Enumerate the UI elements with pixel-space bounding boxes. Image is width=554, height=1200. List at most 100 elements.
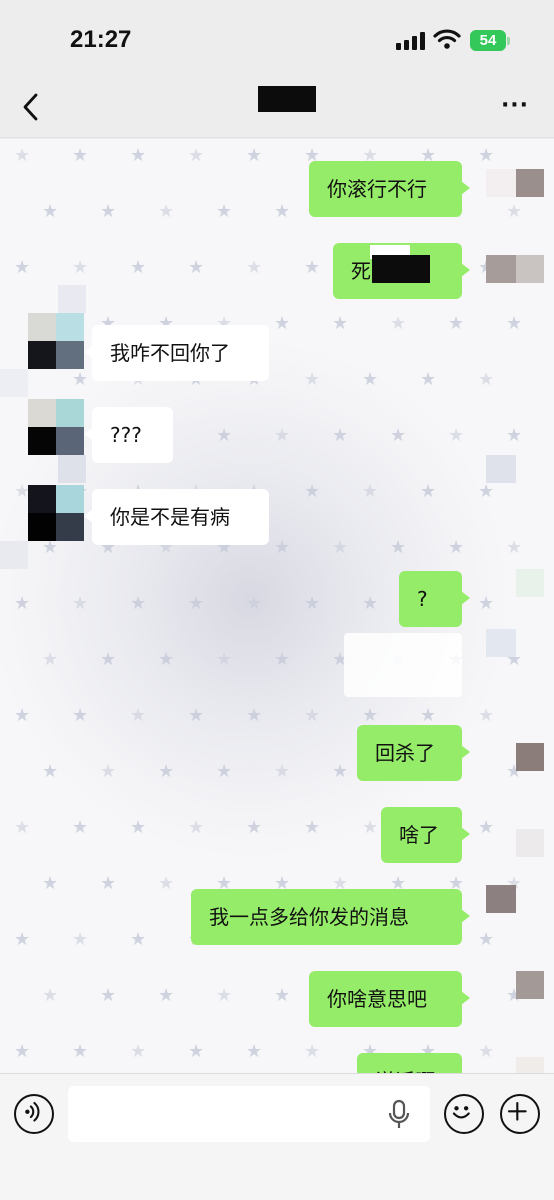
signal-icon — [396, 32, 426, 50]
message-input[interactable] — [68, 1086, 430, 1142]
pixel-noise — [58, 455, 86, 483]
avatar[interactable] — [28, 485, 84, 541]
wallpaper-star: ★ — [42, 537, 59, 558]
avatar-pixelated — [516, 169, 544, 197]
more-dots-icon[interactable]: ··· — [498, 94, 532, 118]
wallpaper-star: ★ — [100, 873, 117, 894]
wallpaper-star: ★ — [362, 817, 379, 838]
wallpaper-star: ★ — [42, 761, 59, 782]
input-bar — [0, 1073, 554, 1200]
wallpaper-star: ★ — [130, 929, 147, 950]
voice-icon[interactable] — [14, 1094, 54, 1134]
wallpaper-star: ★ — [274, 761, 291, 782]
avatar-pixelated — [486, 885, 516, 913]
wallpaper-star: ★ — [130, 145, 147, 166]
wallpaper-star: ★ — [304, 257, 321, 278]
wallpaper-star: ★ — [42, 649, 59, 670]
emoji-icon[interactable] — [444, 1094, 484, 1134]
wallpaper-star: ★ — [100, 201, 117, 222]
wallpaper-star: ★ — [332, 537, 349, 558]
wallpaper-star: ★ — [72, 145, 89, 166]
message-bubble-outgoing[interactable]: 你滚行不行 — [309, 161, 470, 217]
wallpaper-star: ★ — [216, 649, 233, 670]
wallpaper-star: ★ — [158, 985, 175, 1006]
message-bubble-outgoing[interactable]: 回杀了 — [357, 725, 470, 781]
avatar-pixelated — [486, 169, 516, 197]
microphone-icon[interactable] — [388, 1099, 410, 1131]
wallpaper-star: ★ — [362, 593, 379, 614]
wallpaper-star: ★ — [216, 425, 233, 446]
message-bubble-incoming[interactable]: 你是不是有病 — [84, 489, 269, 545]
message-bubble-incoming[interactable]: ??? — [84, 407, 173, 463]
wallpaper-star: ★ — [362, 705, 379, 726]
wallpaper-star: ★ — [304, 593, 321, 614]
wallpaper-star: ★ — [274, 985, 291, 1006]
pixel-noise — [0, 369, 28, 397]
wallpaper-star: ★ — [478, 929, 495, 950]
plus-icon[interactable] — [500, 1094, 540, 1134]
wallpaper-star: ★ — [478, 145, 495, 166]
wallpaper-star: ★ — [130, 593, 147, 614]
wallpaper-star: ★ — [304, 369, 321, 390]
blurred-card — [344, 633, 462, 697]
wallpaper-star: ★ — [420, 705, 437, 726]
chat-message-list[interactable]: ★ ★ ★ ★ ★ ★ ★ ★ ★ ★ ★ ★ ★ ★ ★ ★ ★ ★ ★ ★ ★ ★ ★ ★ ★ ★ ★ ★ ★ ★ ★ ★ ★ ★ ★ ★ ★ ★ ★ ★… — [0, 139, 554, 1073]
pixel-noise — [0, 541, 28, 569]
avatar-pixelated — [486, 629, 516, 657]
chat-header: ··· — [0, 78, 554, 138]
redaction-box — [372, 255, 430, 283]
wallpaper-star: ★ — [130, 1041, 147, 1062]
wallpaper-star: ★ — [72, 257, 89, 278]
wallpaper-star: ★ — [274, 313, 291, 334]
avatar[interactable] — [28, 313, 84, 369]
message-bubble-outgoing[interactable]: 说话啊 — [357, 1053, 462, 1073]
wallpaper-star: ★ — [100, 761, 117, 782]
wallpaper-star: ★ — [246, 145, 263, 166]
wallpaper-star: ★ — [72, 369, 89, 390]
chat-title-redacted — [258, 86, 316, 112]
wallpaper-star: ★ — [72, 593, 89, 614]
wallpaper-star: ★ — [506, 313, 523, 334]
message-bubble-incoming[interactable]: 我咋不回你了 — [84, 325, 269, 381]
wallpaper-star: ★ — [332, 425, 349, 446]
battery-indicator: 54 — [470, 30, 506, 51]
wallpaper-star: ★ — [246, 705, 263, 726]
wallpaper-star: ★ — [246, 257, 263, 278]
wallpaper-star: ★ — [72, 929, 89, 950]
wallpaper-star: ★ — [42, 985, 59, 1006]
battery-cap — [507, 37, 510, 45]
wallpaper-star: ★ — [216, 985, 233, 1006]
wallpaper-star: ★ — [130, 817, 147, 838]
wallpaper-star: ★ — [304, 817, 321, 838]
wallpaper-star: ★ — [14, 257, 31, 278]
wallpaper-star: ★ — [14, 705, 31, 726]
wallpaper-star: ★ — [42, 201, 59, 222]
chevron-left-icon[interactable] — [20, 92, 42, 122]
avatar-pixelated — [516, 971, 544, 999]
wallpaper-star: ★ — [478, 481, 495, 502]
battery-level: 54 — [479, 32, 497, 49]
wallpaper-star: ★ — [304, 705, 321, 726]
pixel-noise — [58, 285, 86, 313]
wallpaper-star: ★ — [478, 369, 495, 390]
wallpaper-star: ★ — [304, 481, 321, 502]
avatar-pixelated — [516, 1057, 544, 1073]
wallpaper-star: ★ — [506, 201, 523, 222]
wallpaper-star: ★ — [14, 929, 31, 950]
wallpaper-star: ★ — [390, 425, 407, 446]
wallpaper-star: ★ — [14, 817, 31, 838]
wallpaper-star: ★ — [332, 313, 349, 334]
wallpaper-star: ★ — [448, 537, 465, 558]
message-bubble-outgoing[interactable]: 你啥意思吧 — [309, 971, 470, 1027]
avatar[interactable] — [28, 399, 84, 455]
wallpaper-star: ★ — [188, 145, 205, 166]
message-bubble-outgoing[interactable]: ? — [399, 571, 470, 627]
wallpaper-star: ★ — [14, 145, 31, 166]
message-bubble-outgoing[interactable]: 啥了 — [381, 807, 470, 863]
wallpaper-star: ★ — [478, 593, 495, 614]
wallpaper-star: ★ — [158, 761, 175, 782]
wallpaper-star: ★ — [130, 705, 147, 726]
wallpaper-star: ★ — [478, 817, 495, 838]
wallpaper-star: ★ — [72, 1041, 89, 1062]
message-bubble-outgoing[interactable]: 我一点多给你发的消息 — [191, 889, 470, 945]
